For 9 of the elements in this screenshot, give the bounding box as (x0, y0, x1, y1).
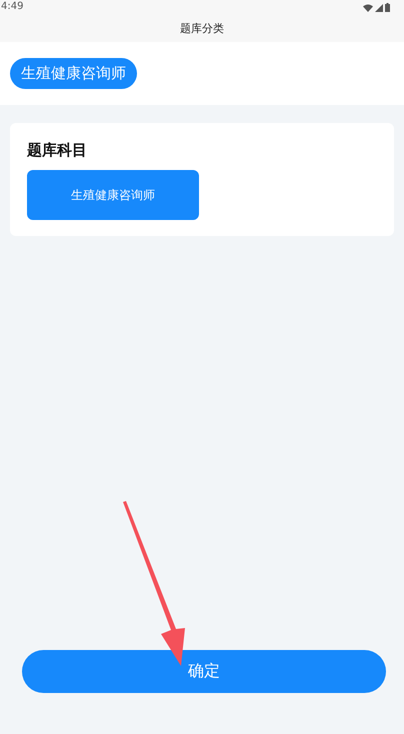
card-title: 题库科目 (27, 141, 88, 160)
selected-category-chip[interactable]: 生殖健康咨询师 (10, 58, 137, 89)
battery-icon (385, 2, 390, 12)
page-title: 题库分类 (180, 20, 224, 36)
signal-icon (375, 4, 383, 12)
confirm-button[interactable]: 确定 (22, 650, 386, 693)
subject-option[interactable]: 生殖健康咨询师 (27, 170, 199, 220)
status-time: 4:49 (1, 1, 24, 13)
wifi-icon (363, 4, 373, 12)
